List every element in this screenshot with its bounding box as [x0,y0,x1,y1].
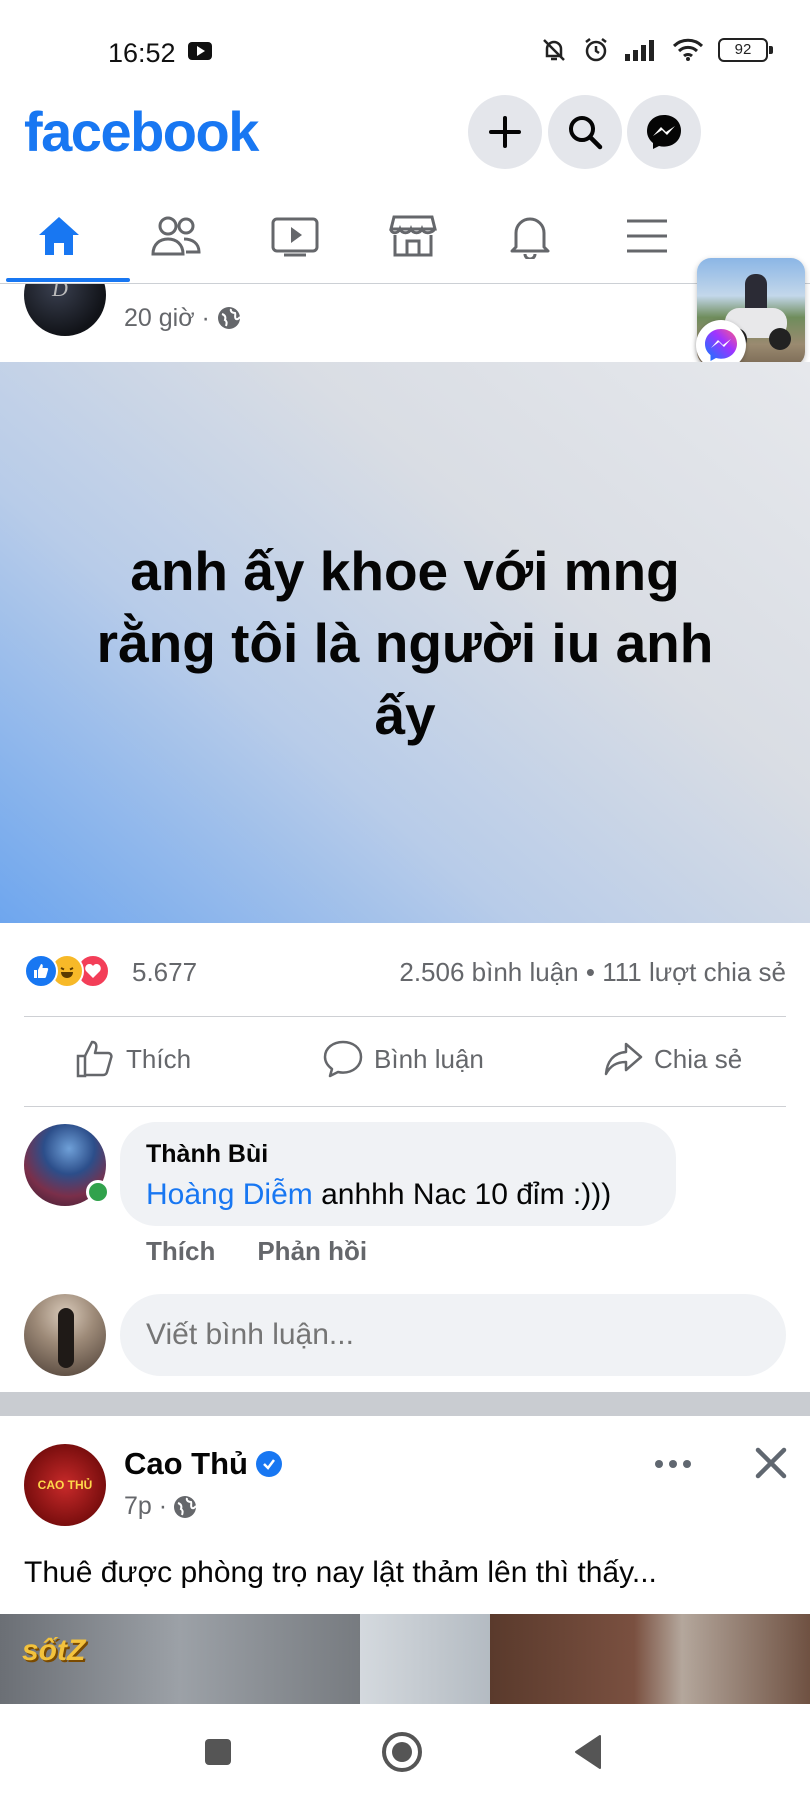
post-time-text: 20 giờ · [124,304,210,332]
status-icons: 92 [540,36,773,64]
post-image-section [490,1614,810,1704]
back-triangle-icon [575,1735,601,1769]
comment-button[interactable]: Bình luận [322,1034,484,1084]
app-header: facebook [0,95,810,175]
post-timestamp[interactable]: 20 giờ · [124,304,241,333]
search-button[interactable] [548,95,622,169]
comment-bubble[interactable]: Thành Bùi Hoàng Diễm anhhh Nac 10 đỉm :)… [120,1122,676,1226]
post-header: 20 giờ · [0,284,810,362]
recent-apps-button[interactable] [196,1730,240,1774]
like-icon [76,1040,113,1078]
status-time: 16:52 [108,38,176,68]
tab-marketplace[interactable] [368,206,458,266]
post-image[interactable]: sốtZ [0,1614,810,1704]
verified-icon [256,1451,282,1477]
signal-icon [625,40,654,61]
circle-icon [382,1732,422,1772]
reaction-icons [24,954,124,990]
page-name-row: Cao Thủ [124,1446,282,1482]
tab-home[interactable] [14,206,104,266]
home-nav-button[interactable] [380,1730,424,1774]
comment-input[interactable] [120,1294,786,1376]
messenger-button[interactable] [627,95,701,169]
menu-icon [627,219,667,253]
bell-icon [510,217,550,259]
comment-body: anhhh Nac 10 đỉm :))) [312,1178,612,1211]
comment-item: Thành Bùi Hoàng Diễm anhhh Nac 10 đỉm :)… [0,1120,810,1280]
write-comment-row [0,1290,810,1380]
back-button[interactable] [566,1730,610,1774]
messenger-icon [647,115,681,149]
status-bar: 16:52 92 [0,0,810,100]
mute-bell-icon [543,39,565,61]
alarm-icon [585,38,607,62]
post-header: CAO THỦ Cao Thủ 7p · [0,1416,810,1526]
post-caption: Thuê được phòng trọ nay lật thảm lên thì… [24,1556,657,1589]
divider [24,1106,786,1107]
active-tab-indicator [6,278,130,282]
reactions-summary[interactable]: 5.677 2.506 bình luận • 111 lượt chia sẻ [0,940,810,1000]
tab-watch[interactable] [250,206,340,266]
page-avatar-text: CAO THỦ [37,1478,93,1492]
comments-shares-count[interactable]: 2.506 bình luận • 111 lượt chia sẻ [399,957,786,988]
post-actions: Thích Bình luận Chia sẻ [0,1016,810,1106]
reaction-count: 5.677 [132,957,198,987]
comment-icon [323,1040,363,1078]
video-icon [271,217,319,257]
share-button[interactable]: Chia sẻ [602,1034,742,1084]
comment-label: Bình luận [374,1043,484,1074]
wifi-icon [672,38,704,61]
marketplace-icon [389,215,437,257]
square-icon [205,1739,231,1765]
image-watermark-logo: sốtZ [22,1634,86,1667]
youtube-notification-icon [188,42,212,60]
plus-icon [489,116,521,148]
system-navigation-bar [0,1704,810,1800]
online-status-indicator [86,1180,110,1204]
tab-menu[interactable] [602,206,692,266]
facebook-logo[interactable]: facebook [24,99,259,164]
post-text: anh ấy khoe với mng rằng tôi là người iu… [96,539,714,746]
chat-head-photo-wheel [769,328,791,350]
user-avatar[interactable] [24,1294,106,1376]
globe-icon [174,1495,197,1518]
like-label: Thích [126,1043,192,1074]
comment-like-button[interactable]: Thích [146,1236,215,1267]
home-icon [39,217,79,255]
tab-friends[interactable] [131,206,221,266]
close-icon[interactable] [746,1438,796,1488]
messenger-badge-icon [705,329,737,361]
comment-mention[interactable]: Hoàng Diễm [146,1178,313,1211]
tab-notifications[interactable] [485,206,575,266]
more-icon[interactable] [648,1444,698,1484]
comment-text: Hoàng Diễm anhhh Nac 10 đỉm :))) [146,1178,611,1212]
like-reaction-icon [24,954,58,988]
page-name[interactable]: Cao Thủ [124,1446,248,1482]
share-label: Chia sẻ [654,1043,743,1074]
battery-indicator: 92 [718,38,773,62]
post-timestamp[interactable]: 7p · [124,1492,197,1521]
feed-separator [0,1392,810,1416]
create-button[interactable] [468,95,542,169]
page-avatar[interactable]: CAO THỦ [24,1444,106,1526]
post-text-background[interactable]: anh ấy khoe với mng rằng tôi là người iu… [0,362,810,923]
friends-icon [151,216,201,256]
post-time-text: 7p · [124,1492,168,1520]
share-icon [604,1042,643,1076]
globe-icon [217,307,241,329]
navigation-tabs [0,196,810,284]
post-image-section [360,1614,490,1704]
comment-actions: Thích Phản hồi [146,1236,367,1267]
comment-author[interactable]: Thành Bùi [146,1140,268,1169]
like-button[interactable]: Thích [74,1034,191,1084]
search-icon [569,116,603,150]
comment-reply-button[interactable]: Phản hồi [257,1236,367,1267]
post-author-avatar[interactable] [24,284,106,336]
